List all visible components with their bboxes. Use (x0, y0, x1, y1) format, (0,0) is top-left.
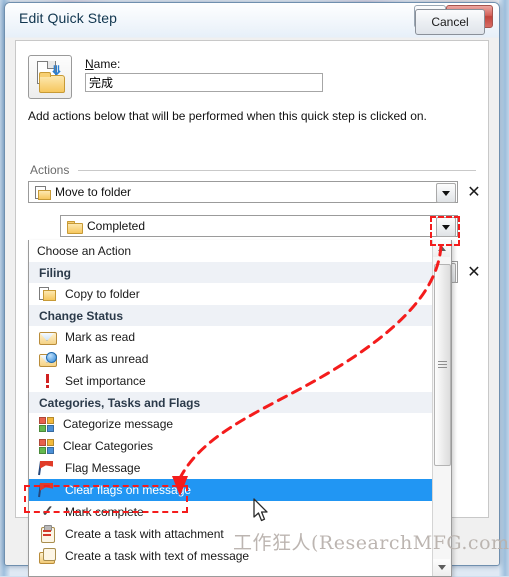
scrollbar-thumb[interactable] (434, 264, 451, 466)
clear-flags-icon (38, 482, 56, 498)
action-combo-target-folder-caret[interactable] (436, 217, 456, 237)
dropdown-option-label: Create a task with attachment (65, 527, 224, 541)
scroll-down-arrow-icon[interactable] (433, 559, 450, 576)
dropdown-option-label: Categories, Tasks and Flags (39, 395, 201, 410)
dropdown-option-label: Copy to folder (65, 287, 140, 301)
dropdown-option-label: Flag Message (65, 461, 141, 475)
choose-an-action-dropdown-list[interactable]: Choose an Action Filing Copy to folder Chan… (28, 240, 452, 577)
dropdown-option-label: Set importance (65, 374, 146, 388)
dropdown-option[interactable]: ✓ Mark complete (29, 501, 433, 523)
name-input[interactable]: 完成 (85, 73, 323, 92)
description-text: Add actions below that will be performed… (28, 109, 427, 123)
remove-action-row-3-button[interactable]: ✕ (466, 264, 482, 280)
dropdown-option[interactable]: Flag Message (29, 457, 433, 479)
dropdown-option-label: Change Status (39, 308, 124, 323)
action-combo-move-to-folder-value: Move to folder (55, 185, 132, 199)
dropdown-option[interactable]: Create a task with attachment (29, 523, 433, 545)
mark-as-read-icon (39, 329, 57, 345)
dialog-title: Edit Quick Step (19, 10, 117, 26)
dropdown-group-header: Filing (29, 262, 433, 283)
dropdown-option[interactable]: Clear flags on message (29, 479, 433, 501)
copy-to-folder-icon (39, 286, 56, 302)
move-to-folder-icon (35, 186, 51, 200)
dropdown-option[interactable]: Mark as unread (29, 348, 433, 370)
dropdown-option-label: Clear Categories (63, 439, 154, 453)
mark-complete-icon: ✓ (41, 503, 54, 520)
dropdown-option-label: Filing (39, 265, 71, 280)
scroll-up-arrow-icon[interactable] (433, 240, 450, 257)
cancel-button[interactable]: Cancel (415, 9, 485, 35)
dropdown-scrollbar[interactable] (432, 240, 451, 576)
dropdown-options-container: Choose an Action Filing Copy to folder Chan… (29, 240, 433, 576)
set-importance-icon (39, 373, 56, 389)
backdrop-right-edge (499, 0, 509, 576)
name-label: Name: (85, 57, 121, 71)
action-combo-target-folder[interactable]: Completed (60, 215, 458, 237)
dropdown-group-header: Categories, Tasks and Flags (29, 392, 433, 413)
dropdown-option[interactable]: Mark as read (29, 326, 433, 348)
action-combo-move-to-folder-caret[interactable] (436, 183, 456, 203)
action-combo-move-to-folder-content: Move to folder (35, 185, 131, 200)
quick-step-move-to-folder-icon: ⤋ (28, 55, 72, 99)
dropdown-option[interactable]: Set importance (29, 370, 433, 392)
categorize-message-icon (39, 416, 54, 432)
dropdown-option-label: Mark as unread (65, 352, 149, 366)
actions-group-label: Actions (30, 163, 70, 177)
dropdown-group-header: Change Status (29, 305, 433, 326)
dropdown-option-label: Create a task with text of message (65, 549, 250, 563)
create-task-attachment-icon (39, 525, 56, 543)
dropdown-option[interactable]: Create a task with text of message (29, 545, 433, 567)
remove-action-row-1-button[interactable]: ✕ (466, 184, 482, 200)
folder-icon (67, 220, 83, 234)
dropdown-option[interactable]: Copy to folder (29, 283, 433, 305)
dropdown-option-label: Mark complete (65, 505, 144, 519)
create-task-text-icon (39, 548, 56, 564)
action-combo-target-folder-value: Completed (87, 219, 146, 233)
dropdown-option-label: Choose an Action (37, 244, 132, 258)
dropdown-option[interactable]: Categorize message (29, 413, 433, 435)
action-combo-move-to-folder[interactable]: Move to folder (28, 181, 458, 203)
dropdown-option-label: Clear flags on message (65, 483, 192, 497)
dropdown-option-label: Categorize message (63, 417, 174, 431)
flag-message-icon (38, 460, 56, 476)
mark-as-unread-icon (39, 351, 57, 367)
actions-group-rule (78, 170, 476, 171)
dropdown-option[interactable]: Clear Categories (29, 435, 433, 457)
action-combo-target-folder-content: Completed (67, 219, 145, 234)
dropdown-option[interactable]: Choose an Action (29, 240, 433, 262)
dropdown-option-label: Mark as read (65, 330, 136, 344)
clear-categories-icon (39, 438, 54, 454)
